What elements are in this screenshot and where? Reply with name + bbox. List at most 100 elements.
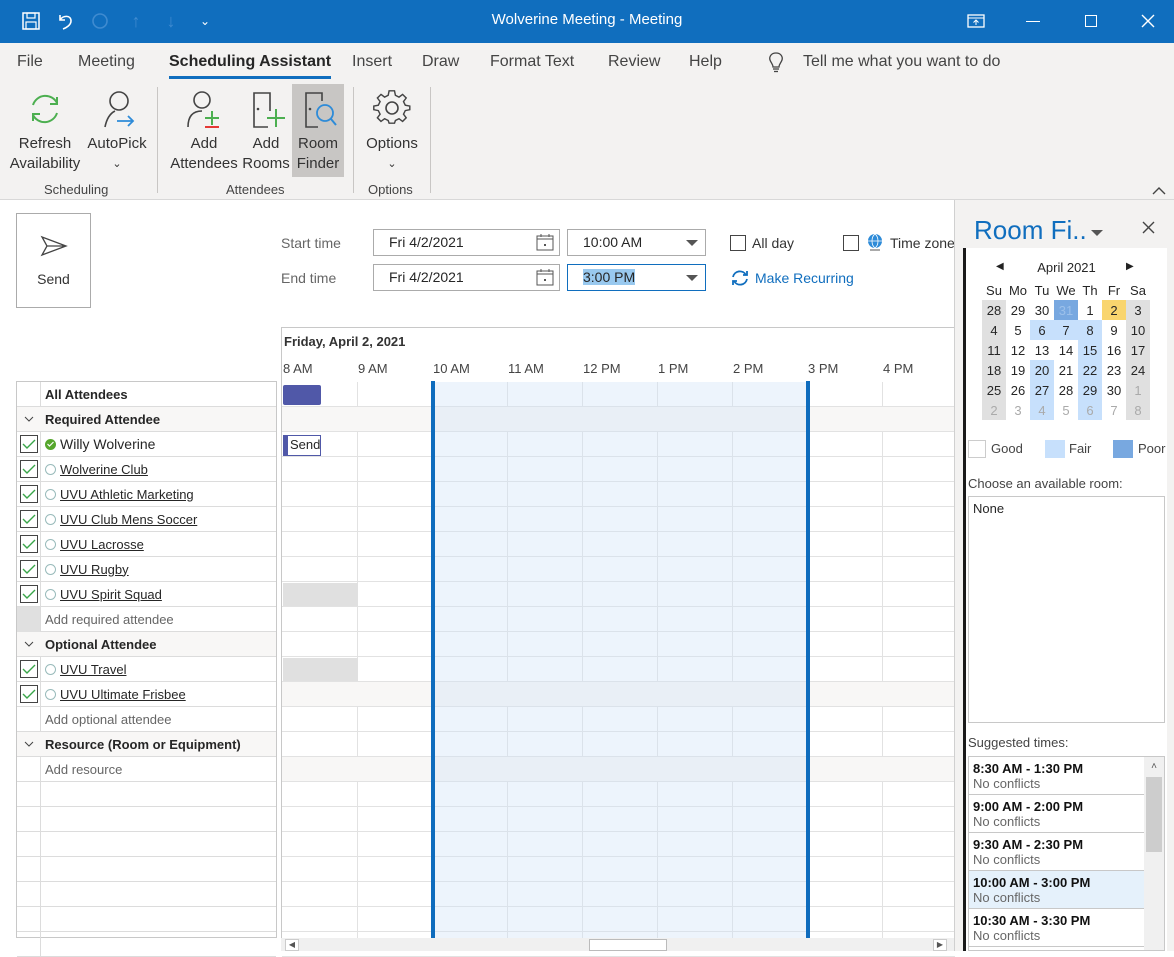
suggested-time-item[interactable]: 9:00 AM - 2:00 PM No conflicts bbox=[969, 795, 1144, 833]
calendar-day[interactable]: 8 bbox=[1078, 320, 1102, 340]
close-icon[interactable] bbox=[1126, 6, 1170, 36]
attendee-row[interactable]: UVU Ultimate Frisbee bbox=[17, 681, 276, 707]
attendee-checkbox[interactable] bbox=[19, 485, 38, 503]
time-zones-checkbox[interactable] bbox=[843, 235, 859, 251]
optional-attendee-header[interactable]: Optional Attendee bbox=[17, 632, 276, 657]
calendar-day[interactable]: 4 bbox=[982, 320, 1006, 340]
calendar-day[interactable]: 2 bbox=[1102, 300, 1126, 320]
calendar-day[interactable]: 21 bbox=[1054, 360, 1078, 380]
attendee-link[interactable]: UVU Ultimate Frisbee bbox=[60, 687, 186, 702]
tab-help[interactable]: Help bbox=[689, 53, 722, 71]
calendar-day[interactable]: 3 bbox=[1006, 400, 1030, 420]
calendar-day[interactable]: 1 bbox=[1126, 380, 1150, 400]
calendar-day[interactable]: 16 bbox=[1102, 340, 1126, 360]
meeting-time-selection[interactable] bbox=[433, 382, 808, 938]
ribbon-display-options-icon[interactable] bbox=[954, 6, 998, 36]
calendar-day[interactable]: 31 bbox=[1054, 300, 1078, 320]
calendar-day[interactable]: 25 bbox=[982, 380, 1006, 400]
calendar-day[interactable]: 24 bbox=[1126, 360, 1150, 380]
calendar-icon[interactable] bbox=[536, 268, 554, 294]
busy-block[interactable]: Send bbox=[283, 435, 321, 456]
suggested-time-item[interactable]: 9:30 AM - 2:30 PM No conflicts bbox=[969, 833, 1144, 871]
minimize-icon[interactable] bbox=[1011, 6, 1055, 36]
attendee-checkbox[interactable] bbox=[19, 460, 38, 478]
calendar-day[interactable]: 7 bbox=[1102, 400, 1126, 420]
calendar-day[interactable]: 29 bbox=[1078, 380, 1102, 400]
calendar-day[interactable]: 5 bbox=[1006, 320, 1030, 340]
tab-review[interactable]: Review bbox=[608, 53, 660, 71]
refresh-availability-button[interactable]: Refresh Availability bbox=[7, 84, 83, 177]
scrollbar-thumb[interactable] bbox=[1146, 777, 1162, 852]
vertical-scrollbar[interactable]: ˄ bbox=[1144, 757, 1164, 950]
calendar-day[interactable]: 3 bbox=[1126, 300, 1150, 320]
calendar-day[interactable]: 20 bbox=[1030, 360, 1054, 380]
attendee-link[interactable]: UVU Club Mens Soccer bbox=[60, 512, 197, 527]
attendee-row[interactable]: UVU Travel bbox=[17, 656, 276, 682]
chevron-down-icon[interactable] bbox=[17, 732, 41, 757]
tab-meeting[interactable]: Meeting bbox=[78, 53, 135, 71]
calendar-day[interactable]: 8 bbox=[1126, 400, 1150, 420]
calendar-day[interactable]: 18 bbox=[982, 360, 1006, 380]
calendar-day[interactable]: 1 bbox=[1078, 300, 1102, 320]
attendee-row[interactable]: UVU Spirit Squad bbox=[17, 581, 276, 607]
calendar-icon[interactable] bbox=[536, 233, 554, 259]
calendar-day[interactable]: 29 bbox=[1006, 300, 1030, 320]
calendar-day[interactable]: 23 bbox=[1102, 360, 1126, 380]
calendar-day[interactable]: 11 bbox=[982, 340, 1006, 360]
attendee-row[interactable]: Wolverine Club bbox=[17, 456, 276, 482]
tab-insert[interactable]: Insert bbox=[352, 53, 392, 71]
chevron-down-icon[interactable] bbox=[17, 632, 41, 657]
calendar-day[interactable]: 13 bbox=[1030, 340, 1054, 360]
attendee-row[interactable]: UVU Rugby bbox=[17, 556, 276, 582]
attendee-row[interactable]: UVU Club Mens Soccer bbox=[17, 506, 276, 532]
meeting-end-handle[interactable] bbox=[806, 381, 810, 938]
suggested-time-item[interactable]: 10:30 AM - 3:30 PM No conflicts bbox=[969, 909, 1144, 947]
all-day-checkbox[interactable] bbox=[730, 235, 746, 251]
attendee-row[interactable]: UVU Athletic Marketing bbox=[17, 481, 276, 507]
calendar-day[interactable]: 30 bbox=[1102, 380, 1126, 400]
suggested-times-list[interactable]: 8:30 AM - 1:30 PM No conflicts 9:00 AM - 2… bbox=[968, 756, 1165, 951]
calendar-day[interactable]: 19 bbox=[1006, 360, 1030, 380]
make-recurring-button[interactable]: Make Recurring bbox=[730, 269, 854, 287]
calendar-day[interactable]: 22 bbox=[1078, 360, 1102, 380]
calendar-day[interactable]: 26 bbox=[1006, 380, 1030, 400]
attendee-link[interactable]: Wolverine Club bbox=[60, 462, 148, 477]
chevron-down-icon[interactable] bbox=[17, 407, 41, 432]
add-optional-attendee[interactable]: Add optional attendee bbox=[17, 706, 276, 732]
attendee-checkbox[interactable] bbox=[19, 660, 38, 678]
resource-header[interactable]: Resource (Room or Equipment) bbox=[17, 732, 276, 757]
calendar-day[interactable]: 30 bbox=[1030, 300, 1054, 320]
tab-scheduling-assistant[interactable]: Scheduling Assistant bbox=[169, 53, 332, 79]
scrollbar-thumb[interactable] bbox=[589, 939, 667, 951]
calendar-day[interactable]: 15 bbox=[1078, 340, 1102, 360]
maximize-icon[interactable] bbox=[1069, 6, 1113, 36]
calendar-day[interactable]: 4 bbox=[1030, 400, 1054, 420]
attendee-checkbox[interactable] bbox=[19, 535, 38, 553]
attendee-link[interactable]: UVU Lacrosse bbox=[60, 537, 144, 552]
attendee-row[interactable]: UVU Lacrosse bbox=[17, 531, 276, 557]
calendar-day[interactable]: 6 bbox=[1030, 320, 1054, 340]
tab-file[interactable]: File bbox=[17, 53, 43, 71]
calendar-day[interactable]: 28 bbox=[1054, 380, 1078, 400]
scroll-right-icon[interactable]: ▶ bbox=[933, 939, 947, 951]
attendee-checkbox[interactable] bbox=[19, 435, 38, 453]
start-time-dropdown[interactable]: 10:00 AM bbox=[567, 229, 706, 256]
end-time-dropdown[interactable]: 3:00 PM bbox=[567, 264, 706, 291]
attendee-checkbox[interactable] bbox=[19, 560, 38, 578]
calendar-day[interactable]: 9 bbox=[1102, 320, 1126, 340]
close-pane-icon[interactable] bbox=[1142, 221, 1155, 239]
meeting-start-handle[interactable] bbox=[431, 381, 435, 938]
end-date-field[interactable]: Fri 4/2/2021 bbox=[373, 264, 560, 291]
attendee-link[interactable]: UVU Rugby bbox=[60, 562, 129, 577]
attendee-checkbox[interactable] bbox=[19, 685, 38, 703]
attendee-row[interactable]: Willy Wolverine bbox=[17, 431, 276, 457]
calendar-day[interactable]: 14 bbox=[1054, 340, 1078, 360]
add-rooms-button[interactable]: Add Rooms bbox=[242, 84, 290, 177]
schedule-grid[interactable]: Friday, April 2, 2021 8 AM 9 AM 10 AM 11 AM… bbox=[281, 327, 955, 957]
pane-options-icon[interactable] bbox=[1091, 224, 1103, 242]
attendee-link[interactable]: UVU Travel bbox=[60, 662, 126, 677]
next-month-icon[interactable]: ▶ bbox=[1126, 261, 1134, 272]
calendar-day[interactable]: 27 bbox=[1030, 380, 1054, 400]
calendar-day[interactable]: 5 bbox=[1054, 400, 1078, 420]
room-finder-button[interactable]: Room Finder bbox=[292, 84, 344, 177]
